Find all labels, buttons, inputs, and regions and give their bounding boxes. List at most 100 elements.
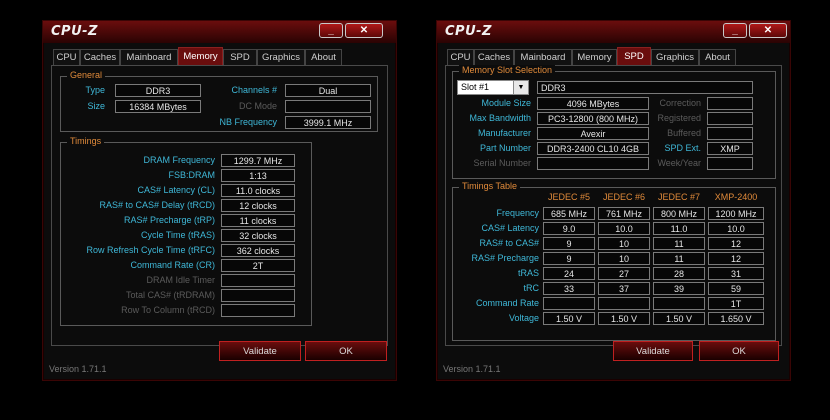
table-cell: 12 [708, 252, 764, 265]
close-button[interactable]: ✕ [749, 23, 787, 38]
validate-button[interactable]: Validate [613, 341, 693, 361]
title-bar[interactable]: CPU-Z _ ✕ [43, 21, 396, 43]
tab-graphics[interactable]: Graphics [257, 49, 305, 65]
timing-label: FSB:DRAM [168, 170, 215, 180]
week-year-label: Week/Year [657, 158, 701, 168]
timing-value [221, 304, 295, 317]
timings-title: Timings [67, 136, 105, 146]
tab-memory[interactable]: Memory [178, 47, 223, 65]
dcmode-label: DC Mode [238, 101, 277, 111]
table-cell: 10.0 [598, 222, 650, 235]
table-cell: 761 MHz [598, 207, 650, 220]
table-cell: 24 [543, 267, 595, 280]
tab-mainboard[interactable]: Mainboard [514, 49, 572, 65]
timings-table-group: Timings Table JEDEC #5 JEDEC #6 JEDEC #7… [452, 181, 776, 341]
table-cell: 10.0 [708, 222, 764, 235]
tab-about[interactable]: About [699, 49, 736, 65]
table-cell: 33 [543, 282, 595, 295]
title-bar[interactable]: CPU-Z _ ✕ [437, 21, 790, 43]
timing-label: CAS# Latency (CL) [137, 185, 215, 195]
timing-label: Total CAS# (tRDRAM) [125, 290, 215, 300]
module-size-label: Module Size [481, 98, 531, 108]
bandwidth-label: Max Bandwidth [469, 113, 531, 123]
correction-label: Correction [659, 98, 701, 108]
timing-label: DRAM Frequency [143, 155, 215, 165]
timing-value: 11.0 clocks [221, 184, 295, 197]
timing-value: 12 clocks [221, 199, 295, 212]
row-label: CAS# Latency [481, 223, 539, 233]
table-cell: 1.650 V [708, 312, 764, 325]
tab-spd[interactable]: SPD [223, 49, 257, 65]
tab-caches[interactable]: Caches [80, 49, 120, 65]
version-label: Version 1.71.1 [49, 364, 107, 374]
version-label: Version 1.71.1 [443, 364, 501, 374]
tab-spd[interactable]: SPD [617, 47, 651, 65]
type-label: Type [85, 85, 105, 95]
type-value: DDR3 [115, 84, 201, 97]
serial-number-value [537, 157, 649, 170]
tab-caches[interactable]: Caches [474, 49, 514, 65]
spd-panel: Memory Slot Selection Slot #1 ▼ DDR3 Mod… [445, 65, 782, 346]
column-header: JEDEC #6 [602, 192, 646, 202]
table-cell: 11 [653, 237, 705, 250]
tab-memory[interactable]: Memory [572, 49, 617, 65]
minimize-button[interactable]: _ [723, 23, 747, 38]
timing-label: RAS# to CAS# Delay (tRCD) [99, 200, 215, 210]
table-cell [653, 297, 705, 310]
row-label: RAS# Precharge [471, 253, 539, 263]
row-label: tRAS [517, 268, 539, 278]
timing-value [221, 289, 295, 302]
minimize-button[interactable]: _ [319, 23, 343, 38]
ok-button[interactable]: OK [305, 341, 387, 361]
manufacturer-value: Avexir [537, 127, 649, 140]
table-cell: 685 MHz [543, 207, 595, 220]
validate-button[interactable]: Validate [219, 341, 301, 361]
row-label: RAS# to CAS# [479, 238, 539, 248]
table-cell [543, 297, 595, 310]
close-button[interactable]: ✕ [345, 23, 383, 38]
table-cell: 27 [598, 267, 650, 280]
table-cell: 28 [653, 267, 705, 280]
registered-value [707, 112, 753, 125]
tab-cpu[interactable]: CPU [447, 49, 474, 65]
column-header: XMP-2400 [714, 192, 758, 202]
general-title: General [67, 70, 106, 80]
size-value: 16384 MBytes [115, 100, 201, 113]
memory-type-value: DDR3 [537, 81, 753, 94]
table-cell: 10 [598, 237, 650, 250]
timing-value: 32 clocks [221, 229, 295, 242]
part-number-value: DDR3-2400 CL10 4GB [537, 142, 649, 155]
tab-about[interactable]: About [305, 49, 342, 65]
dcmode-value [285, 100, 371, 113]
manufacturer-label: Manufacturer [477, 128, 531, 138]
timing-label: Command Rate (CR) [130, 260, 215, 270]
timing-label: RAS# Precharge (tRP) [123, 215, 215, 225]
column-header: JEDEC #5 [547, 192, 591, 202]
table-cell: 10 [598, 252, 650, 265]
size-label: Size [87, 101, 105, 111]
row-label: Voltage [508, 313, 539, 323]
table-cell: 1T [708, 297, 764, 310]
timing-value: 2T [221, 259, 295, 272]
slot-selected: Slot #1 [461, 82, 490, 92]
buffered-label: Buffered [667, 128, 701, 138]
tab-mainboard[interactable]: Mainboard [120, 49, 178, 65]
timing-value: 11 clocks [221, 214, 295, 227]
table-cell: 1.50 V [653, 312, 705, 325]
tab-cpu[interactable]: CPU [53, 49, 80, 65]
table-cell: 31 [708, 267, 764, 280]
serial-number-label: Serial Number [473, 158, 531, 168]
column-header: JEDEC #7 [657, 192, 701, 202]
memory-panel: General Type DDR3 Size 16384 MBytes Chan… [51, 65, 388, 346]
tab-graphics[interactable]: Graphics [651, 49, 699, 65]
chevron-down-icon[interactable]: ▼ [513, 81, 528, 94]
slot-select[interactable]: Slot #1 ▼ [457, 80, 529, 95]
timing-label: Cycle Time (tRAS) [140, 230, 215, 240]
channels-label: Channels # [231, 85, 277, 95]
week-year-value [707, 157, 753, 170]
part-number-label: Part Number [479, 143, 531, 153]
general-group: General Type DDR3 Size 16384 MBytes Chan… [60, 70, 378, 132]
cpuz-spd-window: CPU-Z _ ✕ CPU Caches Mainboard Memory SP… [436, 20, 791, 381]
table-cell: 800 MHz [653, 207, 705, 220]
ok-button[interactable]: OK [699, 341, 779, 361]
